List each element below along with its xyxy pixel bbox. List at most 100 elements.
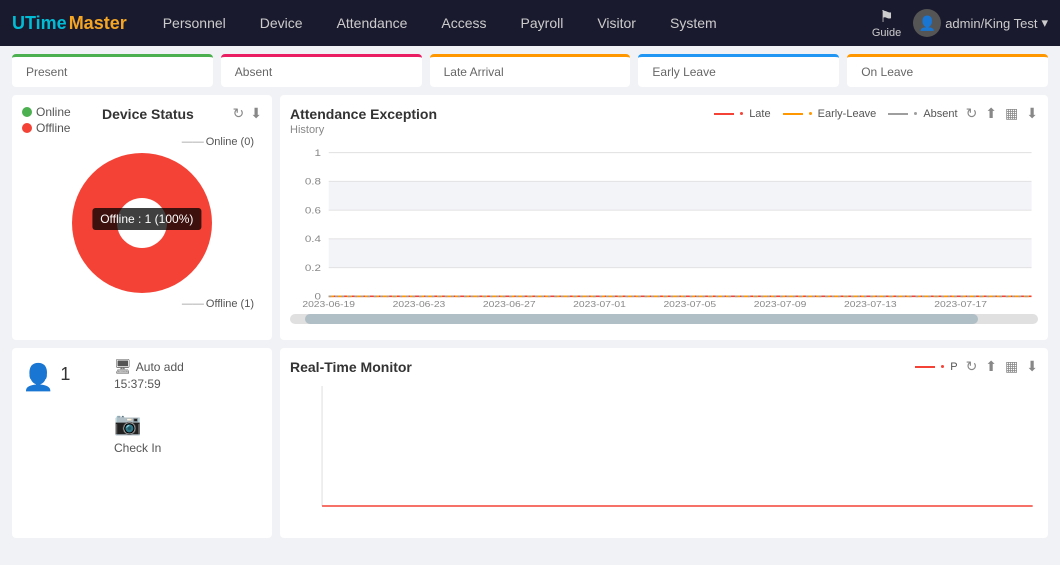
user-icon: 👤	[22, 362, 54, 393]
svg-text:2023-07-17: 2023-07-17	[934, 300, 987, 307]
download-icon[interactable]: ⬇	[250, 105, 262, 122]
late-line	[714, 113, 734, 115]
chart-scrollbar[interactable]	[290, 314, 1038, 324]
realtime-dot	[939, 363, 946, 370]
svg-text:2023-07-13: 2023-07-13	[844, 300, 897, 307]
nav-item-access[interactable]: Access	[425, 0, 502, 46]
late-label: Late Arrival	[444, 65, 504, 79]
late-dot	[738, 110, 745, 117]
attendance-bar-icon[interactable]: ▦	[1005, 105, 1018, 122]
nav-items: Personnel Device Attendance Access Payro…	[147, 0, 872, 46]
svg-text:0.2: 0.2	[305, 263, 321, 274]
nav-item-system[interactable]: System	[654, 0, 733, 46]
auto-add-label: Auto add	[136, 360, 184, 374]
chevron-down-icon: ▾	[1041, 15, 1048, 31]
early-label: Early Leave	[652, 65, 715, 79]
auto-add-icon: 🖥	[114, 358, 132, 375]
realtime-header: Real-Time Monitor P ↻ ⬆ ▦ ⬇	[290, 358, 1038, 375]
nav-item-payroll[interactable]: Payroll	[505, 0, 580, 46]
early-leave-legend-label: Early-Leave	[818, 108, 877, 120]
history-label: History	[290, 124, 1038, 136]
device-panel-actions: ↻ ⬇	[233, 105, 262, 122]
checkin-time: 15:37:59	[114, 377, 262, 391]
checkin-info: 🖥 Auto add 15:37:59 📷 Check In	[106, 358, 262, 455]
chart-scrollbar-thumb[interactable]	[305, 314, 978, 324]
svg-text:0.8: 0.8	[305, 176, 321, 187]
logo-master: Master	[69, 13, 127, 34]
realtime-upload-icon[interactable]: ⬆	[985, 358, 997, 375]
username: admin/King Test	[945, 16, 1037, 31]
legend-early-leave: Early-Leave	[783, 108, 877, 120]
checkin-type: 📷 Check In	[114, 411, 262, 455]
svg-text:0.4: 0.4	[305, 234, 321, 245]
absent-legend-label: Absent	[923, 108, 957, 120]
svg-text:2023-06-23: 2023-06-23	[393, 300, 446, 307]
checkin-type-label: Check In	[114, 441, 161, 455]
realtime-legend: P	[915, 361, 957, 373]
summary-absent[interactable]: Absent	[221, 54, 422, 87]
online-dot	[22, 107, 32, 117]
checkin-count: 1	[60, 364, 70, 385]
summary-on-leave[interactable]: On Leave	[847, 54, 1048, 87]
realtime-line	[915, 366, 935, 368]
nav-item-visitor[interactable]: Visitor	[581, 0, 652, 46]
chart-legend: Late Early-Leave Absent	[714, 108, 957, 120]
realtime-bar-icon[interactable]: ▦	[1005, 358, 1018, 375]
attendance-header: Attendance Exception Late Early-Leave	[290, 105, 1038, 122]
summary-row: Present Absent Late Arrival Early Leave …	[0, 46, 1060, 95]
camera-icon: 📷	[114, 411, 262, 437]
refresh-icon[interactable]: ↻	[233, 105, 245, 122]
checkin-panel: 👤 1 🖥 Auto add 15:37:59 📷 Check In	[12, 348, 272, 538]
summary-early[interactable]: Early Leave	[638, 54, 839, 87]
attendance-chart-svg: 1 0.8 0.6 0.4 0.2 0 2023-06-19	[290, 142, 1038, 307]
absent-label: Absent	[235, 65, 272, 79]
summary-late[interactable]: Late Arrival	[430, 54, 631, 87]
logo-u: U	[12, 13, 25, 34]
realtime-chart	[290, 381, 1038, 521]
navbar: UTime Master Personnel Device Attendance…	[0, 0, 1060, 46]
realtime-header-right: P ↻ ⬆ ▦ ⬇	[915, 358, 1038, 375]
svg-text:2023-06-27: 2023-06-27	[483, 300, 536, 307]
nav-item-attendance[interactable]: Attendance	[321, 0, 424, 46]
device-panel-header: Device Status ↻ ⬇	[102, 105, 262, 122]
pie-tooltip: Offline : 1 (100%)	[92, 208, 201, 230]
chart-area: 1 0.8 0.6 0.4 0.2 0 2023-06-19	[290, 142, 1038, 327]
legend-late: Late	[714, 108, 770, 120]
avatar: 👤	[913, 9, 941, 37]
attendance-download-icon[interactable]: ⬇	[1026, 105, 1038, 122]
guide-icon: ⚑	[877, 7, 897, 27]
guide-label: Guide	[872, 27, 901, 39]
svg-text:0.6: 0.6	[305, 205, 321, 216]
user-menu[interactable]: 👤 admin/King Test ▾	[913, 9, 1048, 37]
attendance-header-right: Late Early-Leave Absent ↻	[714, 105, 1038, 122]
nav-right: ⚑ Guide 👤 admin/King Test ▾	[872, 7, 1048, 39]
svg-text:2023-07-05: 2023-07-05	[663, 300, 716, 307]
panels-row-top: Online Offline Device Status ↻ ⬇	[12, 95, 1048, 340]
svg-text:1: 1	[314, 148, 321, 159]
offline-annotation: —— Offline (1)	[182, 298, 254, 310]
realtime-chart-svg	[290, 381, 1038, 521]
absent-dot	[912, 110, 919, 117]
attendance-refresh-icon[interactable]: ↻	[966, 105, 978, 122]
attendance-upload-icon[interactable]: ⬆	[985, 105, 997, 122]
svg-text:2023-07-09: 2023-07-09	[754, 300, 807, 307]
realtime-refresh-icon[interactable]: ↻	[966, 358, 978, 375]
summary-present[interactable]: Present	[12, 54, 213, 87]
attendance-header-left: Attendance Exception	[290, 106, 437, 122]
nav-item-device[interactable]: Device	[244, 0, 319, 46]
guide-button[interactable]: ⚑ Guide	[872, 7, 901, 39]
nav-item-personnel[interactable]: Personnel	[147, 0, 242, 46]
realtime-monitor-panel: Real-Time Monitor P ↻ ⬆ ▦ ⬇	[280, 348, 1048, 538]
realtime-legend-label: P	[950, 361, 957, 373]
logo[interactable]: UTime Master	[12, 13, 127, 34]
realtime-download-icon[interactable]: ⬇	[1026, 358, 1038, 375]
on-leave-label: On Leave	[861, 65, 913, 79]
early-leave-line	[783, 113, 803, 115]
pie-chart-container: Offline : 1 (100%) —— Online (0) —— Offl…	[22, 128, 262, 318]
attendance-title: Attendance Exception	[290, 106, 437, 122]
attendance-exception-panel: Attendance Exception Late Early-Leave	[280, 95, 1048, 340]
checkin-left: 👤 1	[22, 358, 96, 393]
online-annotation: —— Online (0)	[182, 136, 254, 148]
present-label: Present	[26, 65, 67, 79]
absent-line	[888, 113, 908, 115]
